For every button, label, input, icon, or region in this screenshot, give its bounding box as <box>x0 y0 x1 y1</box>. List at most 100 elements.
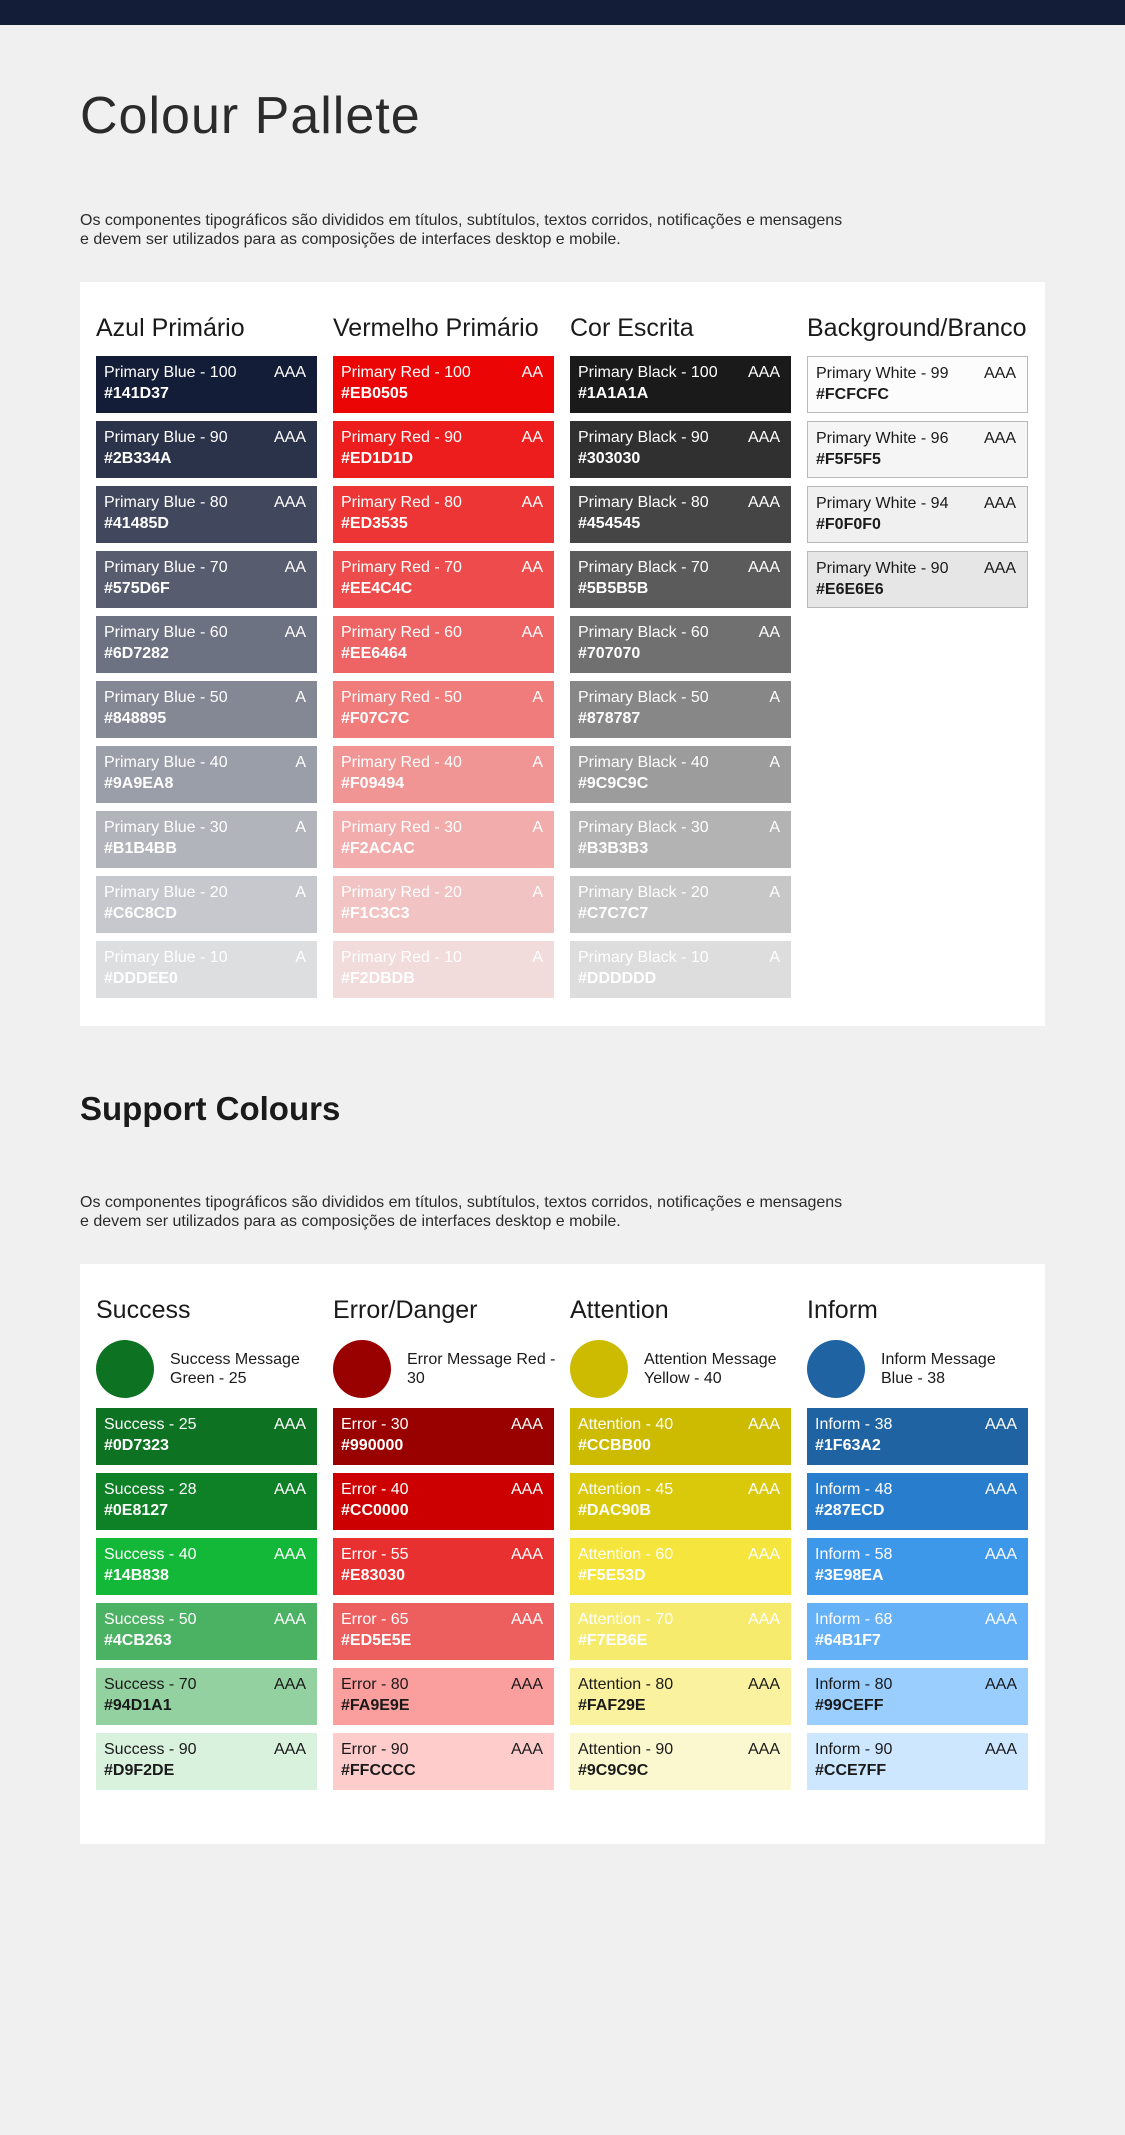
swatch-hex: #CCE7FF <box>815 1762 887 1779</box>
swatch-success-25[interactable]: Success - 25 #0D7323 AAA <box>96 1408 317 1465</box>
swatch-primary-white-96[interactable]: Primary White - 96 #F5F5F5 AAA <box>807 421 1028 478</box>
contrast-rating: AAA <box>273 1611 306 1628</box>
swatch-hex: #B1B4BB <box>104 840 177 857</box>
palette-column-vermelho-prim-rio: Vermelho Primário Primary Red - 100 #EB050… <box>333 313 554 1006</box>
swatch-primary-blue-70[interactable]: Primary Blue - 70 #575D6F AA <box>96 551 317 608</box>
swatch-primary-black-70[interactable]: Primary Black - 70 #5B5B5B AAA <box>570 551 791 608</box>
swatch-attention-70[interactable]: Attention - 70 #F7EB6E AAA <box>570 1603 791 1660</box>
contrast-rating: AAA <box>747 364 780 381</box>
swatch-primary-black-100[interactable]: Primary Black - 100 #1A1A1A AAA <box>570 356 791 413</box>
swatch-hex: #141D37 <box>104 385 169 402</box>
swatch-inform-68[interactable]: Inform - 68 #64B1F7 AAA <box>807 1603 1028 1660</box>
contrast-rating: A <box>769 884 780 901</box>
contrast-rating: AAA <box>510 1546 543 1563</box>
swatch-primary-blue-40[interactable]: Primary Blue - 40 #9A9EA8 A <box>96 746 317 803</box>
swatch-primary-blue-100[interactable]: Primary Blue - 100 #141D37 AAA <box>96 356 317 413</box>
swatch-primary-black-20[interactable]: Primary Black - 20 #C7C7C7 A <box>570 876 791 933</box>
swatch-hex: #99CEFF <box>815 1697 884 1714</box>
swatch-primary-black-10[interactable]: Primary Black - 10 #DDDDDD A <box>570 941 791 998</box>
swatch-primary-black-60[interactable]: Primary Black - 60 #707070 AA <box>570 616 791 673</box>
swatch-primary-red-30[interactable]: Primary Red - 30 #F2ACAC A <box>333 811 554 868</box>
swatch-primary-blue-20[interactable]: Primary Blue - 20 #C6C8CD A <box>96 876 317 933</box>
contrast-rating: AAA <box>510 1676 543 1693</box>
swatch-inform-48[interactable]: Inform - 48 #287ECD AAA <box>807 1473 1028 1530</box>
swatch-hex: #EE4C4C <box>341 580 413 597</box>
swatch-primary-blue-50[interactable]: Primary Blue - 50 #848895 A <box>96 681 317 738</box>
swatch-primary-blue-10[interactable]: Primary Blue - 10 #DDDEE0 A <box>96 941 317 998</box>
swatch-hex: #FCFCFC <box>816 386 889 403</box>
swatch-primary-red-60[interactable]: Primary Red - 60 #EE6464 AA <box>333 616 554 673</box>
swatch-error-80[interactable]: Error - 80 #FA9E9E AAA <box>333 1668 554 1725</box>
swatch-error-30[interactable]: Error - 30 #990000 AAA <box>333 1408 554 1465</box>
swatch-name: Primary Black - 60 <box>578 624 709 641</box>
swatch-inform-90[interactable]: Inform - 90 #CCE7FF AAA <box>807 1733 1028 1790</box>
swatch-inform-58[interactable]: Inform - 58 #3E98EA AAA <box>807 1538 1028 1595</box>
contrast-rating: AAA <box>983 495 1016 512</box>
swatch-hex: #ED1D1D <box>341 450 414 467</box>
swatch-success-90[interactable]: Success - 90 #D9F2DE AAA <box>96 1733 317 1790</box>
contrast-rating: AAA <box>273 1741 306 1758</box>
swatch-primary-blue-90[interactable]: Primary Blue - 90 #2B334A AAA <box>96 421 317 478</box>
swatch-primary-blue-30[interactable]: Primary Blue - 30 #B1B4BB A <box>96 811 317 868</box>
swatch-attention-45[interactable]: Attention - 45 #DAC90B AAA <box>570 1473 791 1530</box>
swatch-success-40[interactable]: Success - 40 #14B838 AAA <box>96 1538 317 1595</box>
swatch-success-50[interactable]: Success - 50 #4CB263 AAA <box>96 1603 317 1660</box>
swatch-primary-red-40[interactable]: Primary Red - 40 #F09494 A <box>333 746 554 803</box>
swatch-primary-white-99[interactable]: Primary White - 99 #FCFCFC AAA <box>807 356 1028 413</box>
swatch-hex: #ED5E5E <box>341 1632 412 1649</box>
swatch-success-28[interactable]: Success - 28 #0E8127 AAA <box>96 1473 317 1530</box>
swatch-primary-red-90[interactable]: Primary Red - 90 #ED1D1D AA <box>333 421 554 478</box>
palette-column-azul-prim-rio: Azul Primário Primary Blue - 100 #141D37 AA… <box>96 313 317 1006</box>
swatch-attention-90[interactable]: Attention - 90 #9C9C9C AAA <box>570 1733 791 1790</box>
swatch-hex: #FFCCCC <box>341 1762 416 1779</box>
swatch-name: Primary Red - 20 <box>341 884 462 901</box>
contrast-rating: AAA <box>510 1416 543 1433</box>
swatch-hex: #E83030 <box>341 1567 406 1584</box>
swatch-hex: #F2DBDB <box>341 970 415 987</box>
swatch-primary-white-94[interactable]: Primary White - 94 #F0F0F0 AAA <box>807 486 1028 543</box>
swatch-hex: #1F63A2 <box>815 1437 881 1454</box>
swatch-primary-black-80[interactable]: Primary Black - 80 #454545 AAA <box>570 486 791 543</box>
contrast-rating: AAA <box>510 1741 543 1758</box>
column-title: Cor Escrita <box>570 314 694 342</box>
swatch-name: Primary Red - 50 <box>341 689 462 706</box>
swatch-primary-white-90[interactable]: Primary White - 90 #E6E6E6 AAA <box>807 551 1028 608</box>
contrast-rating: AA <box>521 364 543 381</box>
swatch-primary-blue-60[interactable]: Primary Blue - 60 #6D7282 AA <box>96 616 317 673</box>
swatch-error-55[interactable]: Error - 55 #E83030 AAA <box>333 1538 554 1595</box>
swatch-primary-red-50[interactable]: Primary Red - 50 #F07C7C A <box>333 681 554 738</box>
swatch-primary-black-90[interactable]: Primary Black - 90 #303030 AAA <box>570 421 791 478</box>
contrast-rating: AAA <box>510 1481 543 1498</box>
swatch-success-70[interactable]: Success - 70 #94D1A1 AAA <box>96 1668 317 1725</box>
swatch-primary-blue-80[interactable]: Primary Blue - 80 #41485D AAA <box>96 486 317 543</box>
swatch-primary-black-40[interactable]: Primary Black - 40 #9C9C9C A <box>570 746 791 803</box>
contrast-rating: AAA <box>747 1611 780 1628</box>
swatch-primary-black-30[interactable]: Primary Black - 30 #B3B3B3 A <box>570 811 791 868</box>
swatch-error-90[interactable]: Error - 90 #FFCCCC AAA <box>333 1733 554 1790</box>
swatch-hex: #B3B3B3 <box>578 840 649 857</box>
swatch-primary-black-50[interactable]: Primary Black - 50 #878787 A <box>570 681 791 738</box>
contrast-rating: AA <box>521 429 543 446</box>
swatch-name: Primary Black - 40 <box>578 754 709 771</box>
swatch-attention-80[interactable]: Attention - 80 #FAF29E AAA <box>570 1668 791 1725</box>
swatch-hex: #878787 <box>578 710 641 727</box>
swatch-primary-red-100[interactable]: Primary Red - 100 #EB0505 AA <box>333 356 554 413</box>
swatch-name: Primary Red - 10 <box>341 949 462 966</box>
swatch-primary-red-10[interactable]: Primary Red - 10 #F2DBDB A <box>333 941 554 998</box>
swatch-primary-red-20[interactable]: Primary Red - 20 #F1C3C3 A <box>333 876 554 933</box>
swatch-inform-38[interactable]: Inform - 38 #1F63A2 AAA <box>807 1408 1028 1465</box>
swatch-primary-red-70[interactable]: Primary Red - 70 #EE4C4C AA <box>333 551 554 608</box>
swatch-primary-red-80[interactable]: Primary Red - 80 #ED3535 AA <box>333 486 554 543</box>
swatch-attention-60[interactable]: Attention - 60 #F5E53D AAA <box>570 1538 791 1595</box>
swatch-name: Primary Blue - 60 <box>104 624 228 641</box>
swatch-error-65[interactable]: Error - 65 #ED5E5E AAA <box>333 1603 554 1660</box>
swatch-attention-40[interactable]: Attention - 40 #CCBB00 AAA <box>570 1408 791 1465</box>
swatch-inform-80[interactable]: Inform - 80 #99CEFF AAA <box>807 1668 1028 1725</box>
swatch-error-40[interactable]: Error - 40 #CC0000 AAA <box>333 1473 554 1530</box>
swatch-hex: #CCBB00 <box>578 1437 651 1454</box>
contrast-rating: AAA <box>984 1741 1017 1758</box>
swatch-hex: #14B838 <box>104 1567 169 1584</box>
message-sample: Success Message Green - 25 <box>96 1338 317 1408</box>
palette-column-cor-escrita: Cor Escrita Primary Black - 100 #1A1A1A AAA… <box>570 313 791 1006</box>
swatch-hex: #0D7323 <box>104 1437 169 1454</box>
